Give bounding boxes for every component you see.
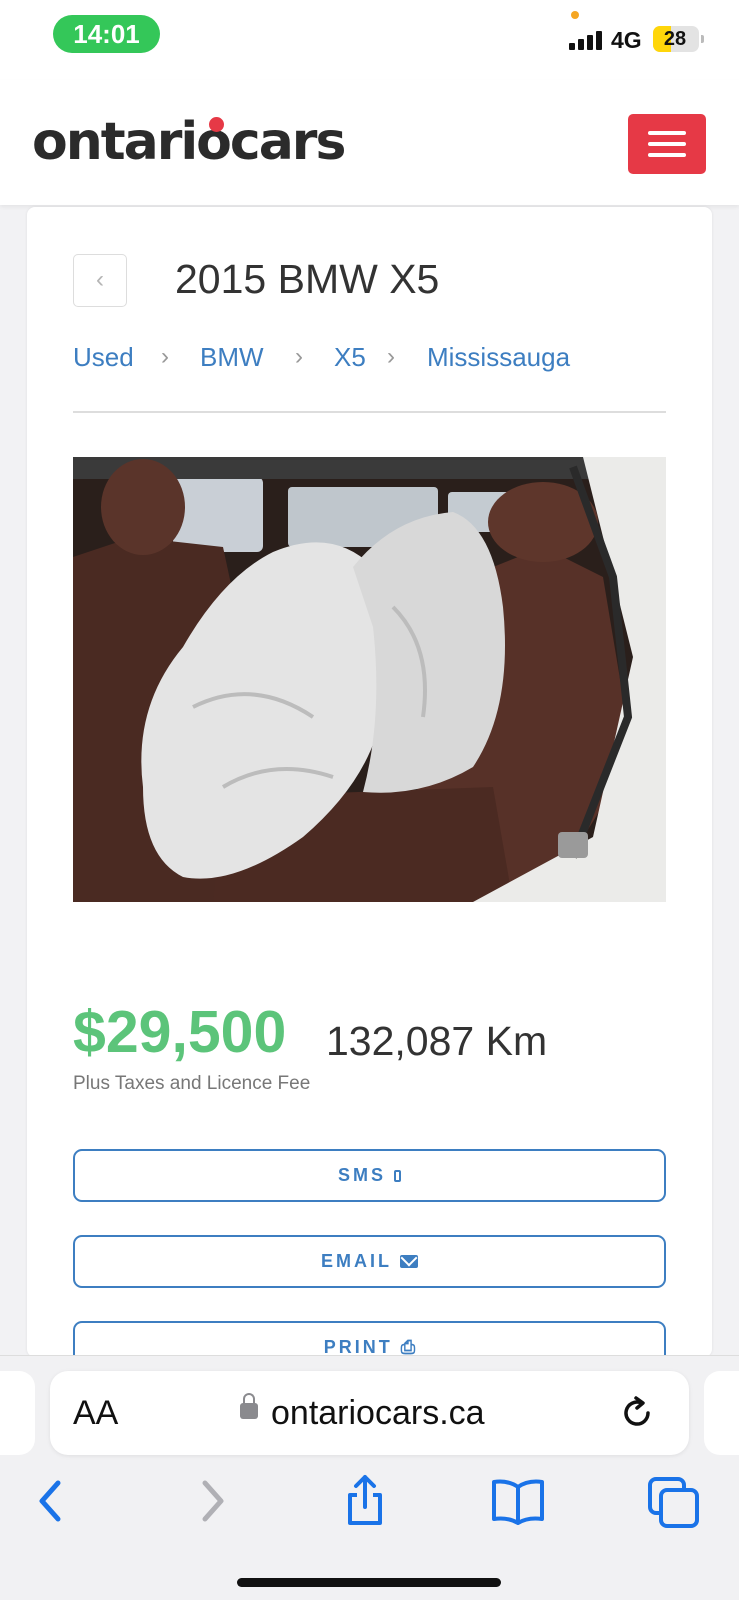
listing-mileage: 132,087 Km (326, 1018, 548, 1064)
reload-icon[interactable] (617, 1393, 657, 1433)
share-icon[interactable] (335, 1471, 395, 1531)
chevron-right-icon: › (387, 343, 395, 370)
email-button[interactable]: EMAIL (73, 1235, 666, 1288)
text-size-button[interactable]: AA (73, 1393, 118, 1433)
site-header: ontariocars (0, 80, 739, 205)
battery-level: 28 (663, 28, 687, 50)
vehicle-photo[interactable] (73, 457, 666, 902)
hamburger-menu-button[interactable] (628, 114, 706, 174)
back-arrow-icon[interactable] (22, 1471, 82, 1531)
sms-button[interactable]: SMS (73, 1149, 666, 1202)
status-time: 14:01 (53, 15, 160, 53)
lock-icon (240, 1393, 258, 1419)
status-bar: 14:01 4G 28 (0, 0, 739, 80)
mobile-phone-icon (394, 1170, 401, 1182)
battery-icon: 28 (653, 26, 704, 52)
tax-note: Plus Taxes and Licence Fee (73, 1073, 311, 1094)
network-type: 4G (611, 27, 642, 53)
cellular-signal-icon (569, 30, 603, 50)
address-bar[interactable]: AA ontariocars.ca (50, 1371, 689, 1455)
logo-dot-icon (209, 117, 224, 132)
email-button-label: EMAIL (321, 1251, 392, 1271)
home-indicator[interactable] (237, 1578, 501, 1587)
listing-title: 2015 BMW X5 (175, 256, 440, 302)
print-button-label: PRINT (323, 1337, 393, 1357)
listing-price: $29,500 (73, 999, 287, 1065)
chevron-right-icon: › (161, 343, 169, 370)
tabs-icon[interactable] (644, 1471, 704, 1531)
site-logo[interactable]: ontariocars (32, 112, 346, 172)
previous-tab-preview[interactable] (0, 1371, 35, 1455)
breadcrumb-make[interactable]: BMW (200, 337, 264, 377)
privacy-indicator-icon (571, 11, 579, 19)
breadcrumb-model[interactable]: X5 (334, 337, 366, 377)
bookmarks-icon[interactable] (488, 1471, 548, 1531)
next-tab-preview[interactable] (704, 1371, 739, 1455)
back-button[interactable]: ‹ (73, 254, 127, 307)
title-divider (73, 411, 666, 413)
envelope-icon (400, 1255, 418, 1268)
breadcrumb: Used › BMW › X5 › Mississauga (73, 337, 673, 377)
sms-button-label: SMS (337, 1165, 386, 1185)
print-button[interactable]: PRINT ⎙ (73, 1321, 666, 1357)
breadcrumb-city[interactable]: Mississauga (427, 337, 570, 377)
chevron-left-icon: ‹ (96, 266, 104, 293)
url-text[interactable]: ontariocars.ca (271, 1391, 485, 1435)
browser-toolbar: AA ontariocars.ca (0, 1355, 739, 1600)
breadcrumb-used[interactable]: Used (73, 337, 134, 377)
chevron-right-icon: › (295, 343, 303, 370)
forward-arrow-icon[interactable] (181, 1471, 241, 1531)
